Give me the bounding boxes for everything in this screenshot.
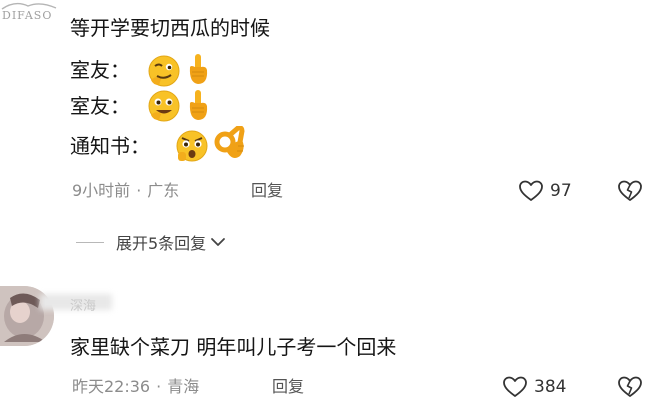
comment-2-location: 青海 [167, 377, 200, 396]
pointing-up-hand-icon [189, 90, 208, 120]
comment-section: DIFASO 等开学要切西瓜的时候 室友： 室友： 通知书： 9小时前 · 广东… [0, 0, 660, 407]
expand-replies-button[interactable]: 展开5条回复 [76, 230, 226, 254]
grinning-face-icon [148, 90, 180, 122]
comment-1-like-button[interactable]: 97 [518, 179, 572, 203]
smirk-face-icon [148, 55, 180, 87]
comment-2-reply-button[interactable]: 回复 [272, 376, 304, 398]
comment-2-username[interactable]: 深海 [70, 298, 96, 316]
expand-replies-label: 展开5条回复 [116, 234, 207, 253]
watermark-text: DIFASO [2, 9, 53, 22]
comment-2-time: 昨天22:36 [72, 377, 151, 396]
chevron-down-icon [211, 238, 226, 246]
comment-2-text: 家里缺个菜刀 明年叫儿子考一个回来 [70, 335, 397, 359]
comment-1-line-4: 通知书： [70, 134, 150, 158]
comment-1-broken-heart-icon[interactable] [617, 179, 643, 203]
comment-1-reply-button[interactable]: 回复 [251, 180, 283, 202]
comment-1-line-3: 室友： [70, 94, 130, 118]
ok-hand-icon [214, 126, 245, 158]
watermark-logo: DIFASO [0, 0, 60, 28]
comment-1-line-1: 等开学要切西瓜的时候 [70, 16, 270, 40]
comment-1-like-count: 97 [550, 181, 572, 201]
comment-2-broken-heart-icon[interactable] [617, 375, 643, 399]
comment-1-line-2: 室友： [70, 58, 130, 82]
expand-divider [76, 241, 104, 243]
pointing-up-hand-icon [189, 54, 208, 84]
meta-separator: · [136, 181, 142, 200]
heart-outline-icon [519, 180, 543, 201]
comment-2-like-button[interactable]: 384 [502, 375, 566, 399]
comment-1-location: 广东 [147, 181, 180, 200]
heart-outline-icon [503, 376, 527, 397]
comment-2-meta: 昨天22:36 · 青海 [72, 376, 199, 398]
shocked-face-icon [176, 130, 208, 162]
comment-2-like-count: 384 [534, 377, 567, 397]
meta-separator: · [156, 377, 162, 396]
comment-1-meta: 9小时前 · 广东 [72, 180, 179, 202]
comment-1-time: 9小时前 [72, 181, 131, 200]
